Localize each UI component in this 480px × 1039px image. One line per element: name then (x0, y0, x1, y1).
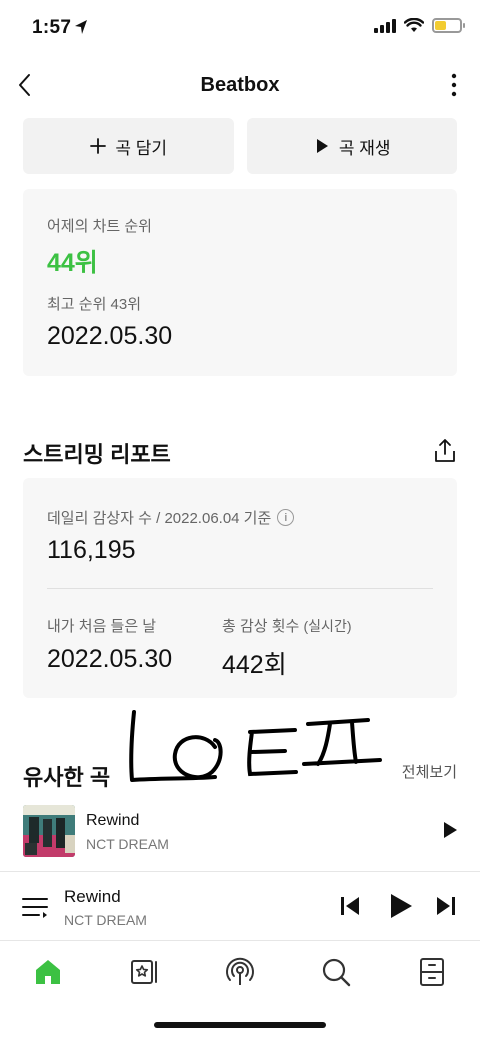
add-song-button[interactable]: 곡 담기 (23, 118, 234, 174)
mini-player[interactable]: Rewind NCT DREAM (0, 871, 480, 941)
chart-rank-card: 어제의 차트 순위 44위 최고 순위 43위 2022.05.30 (23, 189, 457, 376)
best-rank-date: 2022.05.30 (47, 322, 173, 350)
play-icon (316, 139, 328, 153)
previous-track-icon[interactable] (340, 894, 360, 918)
drawer-icon (420, 958, 444, 986)
streaming-report-card: 데일리 감상자 수 / 2022.06.04 기준 i 116,195 내가 처… (23, 478, 457, 698)
location-arrow-icon (75, 20, 87, 34)
daily-listeners-label: 데일리 감상자 수 / 2022.06.04 기준 (47, 510, 272, 527)
page-title: Beatbox (200, 74, 280, 96)
total-plays-label-row: 총 감상 횟수 (실시간) (222, 615, 351, 636)
daily-listeners-label-row: 데일리 감상자 수 / 2022.06.04 기준 i (47, 507, 295, 528)
tab-podcast[interactable] (192, 942, 288, 1002)
battery-icon (432, 18, 465, 33)
info-icon[interactable]: i (277, 509, 295, 526)
home-indicator[interactable] (154, 1022, 326, 1028)
see-all-link[interactable]: 전체보기 (402, 761, 457, 782)
similar-songs-title: 유사한 곡 (23, 765, 111, 790)
more-options-icon[interactable] (446, 70, 462, 100)
chart-rank-value: 44위 (47, 249, 98, 277)
chart-rank-label: 어제의 차트 순위 (47, 218, 152, 235)
plus-icon (90, 138, 107, 154)
tab-storage[interactable] (384, 942, 480, 1002)
signal-icon (374, 18, 396, 33)
status-time: 1:57 (32, 17, 72, 38)
play-song-button[interactable]: 곡 재생 (246, 118, 457, 174)
song-title: Rewind (86, 812, 140, 829)
tab-library[interactable] (96, 942, 192, 1002)
total-plays-sublabel: (실시간) (303, 618, 352, 634)
daily-listeners-value: 116,195 (47, 536, 136, 564)
handwritten-scribble (129, 710, 382, 782)
share-icon[interactable] (433, 438, 457, 464)
library-icon (131, 960, 157, 984)
wifi-icon (404, 18, 424, 32)
total-plays-label: 총 감상 횟수 (222, 618, 300, 635)
play-pause-icon[interactable] (388, 893, 414, 919)
song-artist: NCT DREAM (86, 836, 169, 852)
search-icon (322, 958, 351, 987)
now-playing-artist: NCT DREAM (64, 912, 147, 928)
streaming-report-title: 스트리밍 리포트 (23, 442, 171, 467)
now-playing-title: Rewind (64, 887, 121, 906)
best-rank-label: 최고 순위 43위 (47, 296, 142, 313)
top-bar: Beatbox (0, 60, 480, 110)
divider (47, 588, 433, 589)
first-listen-label: 내가 처음 들은 날 (47, 618, 157, 635)
first-listen-date: 2022.05.30 (47, 645, 173, 673)
home-icon (36, 960, 60, 984)
similar-song-row[interactable]: Rewind NCT DREAM (0, 800, 480, 862)
status-bar: 1:57 (0, 0, 480, 56)
song-actions: 곡 담기 곡 재생 (23, 118, 457, 174)
play-icon[interactable] (442, 821, 458, 839)
tab-home[interactable] (0, 942, 96, 1002)
play-song-label: 곡 재생 (338, 138, 391, 158)
add-song-label: 곡 담기 (115, 138, 168, 158)
next-track-icon[interactable] (436, 894, 456, 918)
bottom-tab-bar (0, 942, 480, 1002)
tab-search[interactable] (288, 942, 384, 1002)
playlist-icon[interactable] (22, 896, 48, 918)
podcast-icon (226, 957, 254, 985)
album-art (23, 805, 75, 857)
total-plays-value: 442회 (222, 651, 287, 679)
